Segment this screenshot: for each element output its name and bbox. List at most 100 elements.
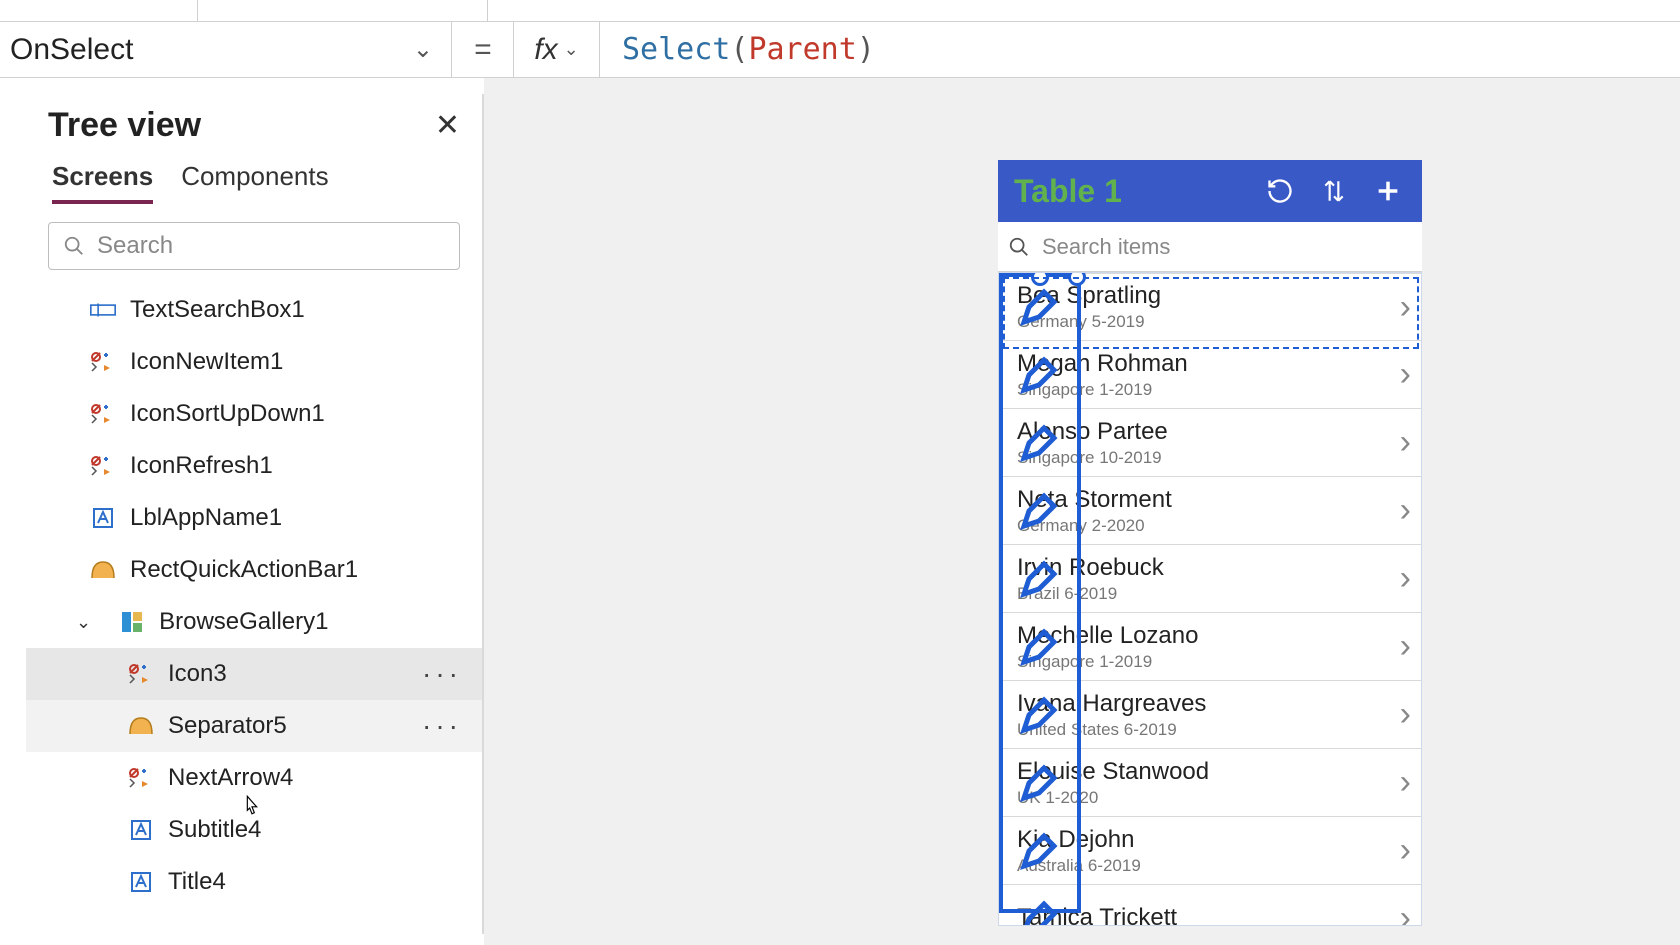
chevron-right-icon[interactable]: › [1400,288,1411,327]
list-item[interactable]: Alonso ParteeSingapore 10-2019› [999,409,1421,477]
list-item[interactable]: Elouise StanwoodUK 1-2020› [999,749,1421,817]
chevron-right-icon[interactable]: › [1400,559,1411,598]
tree-item[interactable]: TextSearchBox1 [26,284,482,336]
control-icon [90,297,116,323]
search-icon [1008,236,1030,258]
chevron-down-icon: ⌄ [76,612,91,633]
list-item-subtitle: United States 6-2019 [1017,720,1400,740]
tree-node-gallery[interactable]: ⌄ BrowseGallery1 [26,596,482,648]
pencil-icon [1019,831,1059,871]
chevron-right-icon[interactable]: › [1400,355,1411,394]
list-item[interactable]: Ivana HargreavesUnited States 6-2019› [999,681,1421,749]
tree-item[interactable]: IconSortUpDown1 [26,388,482,440]
list-item-title: Tamica Trickett [1017,904,1400,927]
more-icon[interactable]: ··· [422,658,462,690]
list-item-text: Kia DejohnAustralia 6-2019 [1017,826,1400,876]
canvas-area[interactable]: Table 1 Search items Bea SpratlingGerman… [484,78,1680,945]
tree-item[interactable]: Icon3 ··· [26,648,482,700]
chevron-right-icon[interactable]: › [1400,899,1411,926]
list-item[interactable]: Bea SpratlingGermany 5-2019› [999,273,1421,341]
tree-item-label: Subtitle4 [168,816,261,844]
control-icon [90,505,116,531]
list-item-title: Mechelle Lozano [1017,622,1400,650]
app-search[interactable]: Search items [998,222,1422,272]
tree-item-label: IconRefresh1 [130,452,273,480]
list-item-title: Elouise Stanwood [1017,758,1400,786]
fx-button[interactable]: fx ⌄ [514,22,600,77]
tree-item[interactable]: Title4 [26,856,482,904]
list-item[interactable]: Neta StormentGermany 2-2020› [999,477,1421,545]
tree-item-label: RectQuickActionBar1 [130,556,358,584]
tree-view-panel: Tree view ✕ Screens Components Search Te… [26,94,484,934]
tree-item[interactable]: IconNewItem1 [26,336,482,388]
property-name: OnSelect [10,33,133,67]
tab-components[interactable]: Components [181,161,328,204]
list-item-text: Irvin RoebuckBrazil 6-2019 [1017,554,1400,604]
add-icon[interactable] [1368,171,1408,211]
tree-item[interactable]: Subtitle4 [26,804,482,856]
list-item-subtitle: Singapore 1-2019 [1017,652,1400,672]
property-dropdown[interactable]: OnSelect ⌄ [0,22,452,77]
chevron-down-icon: ⌄ [564,39,579,60]
formula-fn: Select [622,32,730,67]
close-icon[interactable]: ✕ [435,108,460,143]
tree-item-label: LblAppName1 [130,504,282,532]
formula-close: ) [857,32,875,67]
search-icon [63,235,85,257]
pencil-icon [1019,423,1059,463]
tree-title: Tree view [48,106,201,145]
list-item-title: Bea Spratling [1017,282,1400,310]
refresh-icon[interactable] [1260,171,1300,211]
more-icon[interactable]: ··· [422,710,462,742]
tree-item-label: IconNewItem1 [130,348,283,376]
tree-item[interactable]: RectQuickActionBar1 [26,544,482,596]
tree-item[interactable]: Separator5··· [26,700,482,752]
list-item[interactable]: Tamica Trickett› [999,885,1421,926]
control-icon [90,453,116,479]
formula-input[interactable]: Select(Parent) [600,32,1680,67]
list-item-subtitle: UK 1-2020 [1017,788,1400,808]
list-item[interactable]: Irvin RoebuckBrazil 6-2019› [999,545,1421,613]
list-item-title: Kia Dejohn [1017,826,1400,854]
tree-item-label: BrowseGallery1 [159,608,328,636]
tree-search[interactable]: Search [48,222,460,270]
control-icon [128,661,154,687]
list-item-subtitle: Germany 2-2020 [1017,516,1400,536]
formula-open: ( [730,32,748,67]
chevron-right-icon[interactable]: › [1400,627,1411,666]
list-item-subtitle: Singapore 1-2019 [1017,380,1400,400]
list-item-subtitle: Singapore 10-2019 [1017,448,1400,468]
tree-item-label: Icon3 [168,660,227,688]
control-icon [128,817,154,843]
tab-screens[interactable]: Screens [52,161,153,204]
pencil-icon [1019,627,1059,667]
formula-kw: Parent [748,32,856,67]
list-item[interactable]: Megan RohmanSingapore 1-2019› [999,341,1421,409]
browse-gallery[interactable]: Bea SpratlingGermany 5-2019›Megan Rohman… [998,272,1422,926]
tree-item[interactable]: IconRefresh1 [26,440,482,492]
list-item-subtitle: Australia 6-2019 [1017,856,1400,876]
chevron-right-icon[interactable]: › [1400,695,1411,734]
chevron-right-icon[interactable]: › [1400,763,1411,802]
list-item[interactable]: Kia DejohnAustralia 6-2019› [999,817,1421,885]
tree-item[interactable]: LblAppName1 [26,492,482,544]
list-item-title: Ivana Hargreaves [1017,690,1400,718]
tree-item-label: TextSearchBox1 [130,296,305,324]
list-item[interactable]: Mechelle LozanoSingapore 1-2019› [999,613,1421,681]
chevron-right-icon[interactable]: › [1400,831,1411,870]
chevron-down-icon: ⌄ [413,35,433,64]
list-item-text: Neta StormentGermany 2-2020 [1017,486,1400,536]
pencil-icon [1019,491,1059,531]
chevron-right-icon[interactable]: › [1400,423,1411,462]
sort-icon[interactable] [1314,171,1354,211]
list-item-title: Neta Storment [1017,486,1400,514]
control-icon [90,349,116,375]
list-item-text: Ivana HargreavesUnited States 6-2019 [1017,690,1400,740]
tree-item[interactable]: NextArrow4 [26,752,482,804]
list-item-subtitle: Germany 5-2019 [1017,312,1400,332]
chevron-right-icon[interactable]: › [1400,491,1411,530]
equals-cell: = [452,22,514,77]
tree-list[interactable]: TextSearchBox1 IconNewItem1 IconSortUpDown… [26,284,482,904]
list-item-text: Elouise StanwoodUK 1-2020 [1017,758,1400,808]
pencil-icon [1019,695,1059,735]
